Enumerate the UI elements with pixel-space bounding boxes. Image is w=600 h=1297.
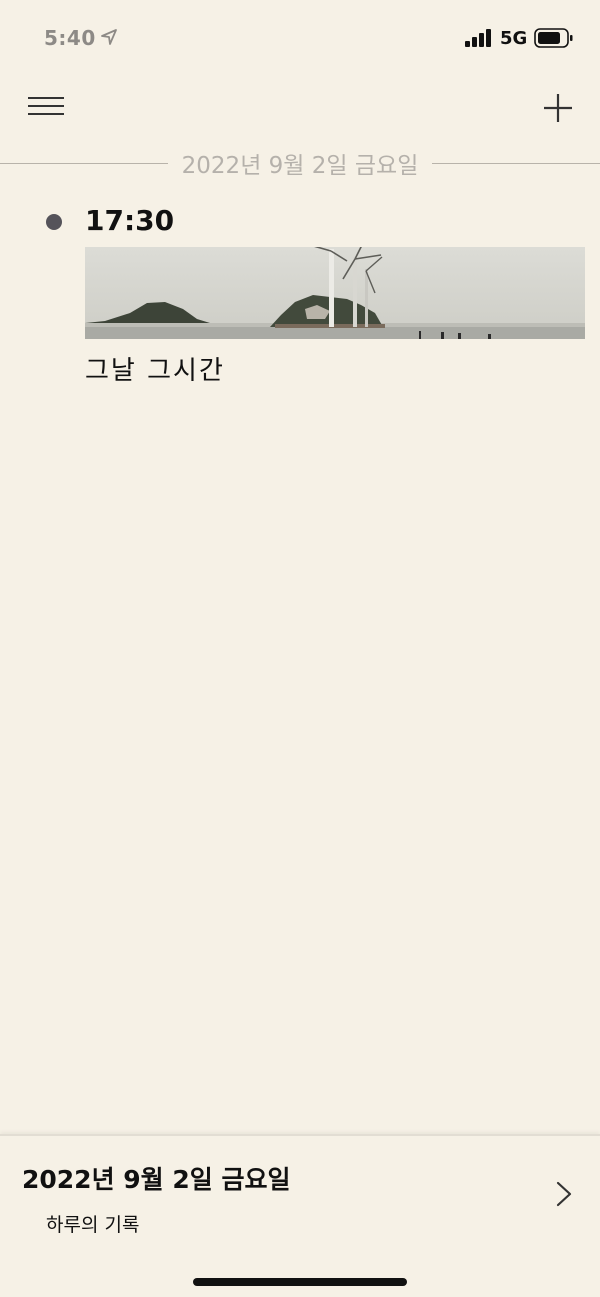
divider-line-left	[0, 162, 168, 164]
timeline-dot	[46, 214, 62, 230]
panel-subtitle: 하루의 기록	[46, 1214, 140, 1236]
network-label: 5G	[500, 28, 528, 49]
entry-time: 17:30	[85, 204, 175, 237]
home-indicator	[193, 1278, 407, 1286]
entry-text: 그날 그시간	[85, 356, 225, 386]
status-time: 5:40	[44, 26, 96, 50]
chevron-right-icon[interactable]	[554, 1180, 574, 1208]
plus-icon[interactable]	[540, 90, 576, 126]
hamburger-menu-icon[interactable]	[26, 92, 66, 122]
battery-icon	[534, 28, 573, 48]
date-header: 2022년 9월 2일 금요일	[181, 153, 419, 179]
location-arrow-icon	[101, 29, 117, 45]
panel-date: 2022년 9월 2일 금요일	[22, 1165, 291, 1194]
status-bar: 5:40 5G	[0, 0, 600, 76]
signal-bars-icon	[465, 29, 491, 47]
seaside-wind-turbines-photo[interactable]	[85, 247, 585, 339]
day-summary-panel[interactable]: 2022년 9월 2일 금요일 하루의 기록	[0, 1134, 600, 1297]
date-divider: 2022년 9월 2일 금요일	[0, 148, 600, 179]
divider-line-right	[432, 162, 600, 164]
